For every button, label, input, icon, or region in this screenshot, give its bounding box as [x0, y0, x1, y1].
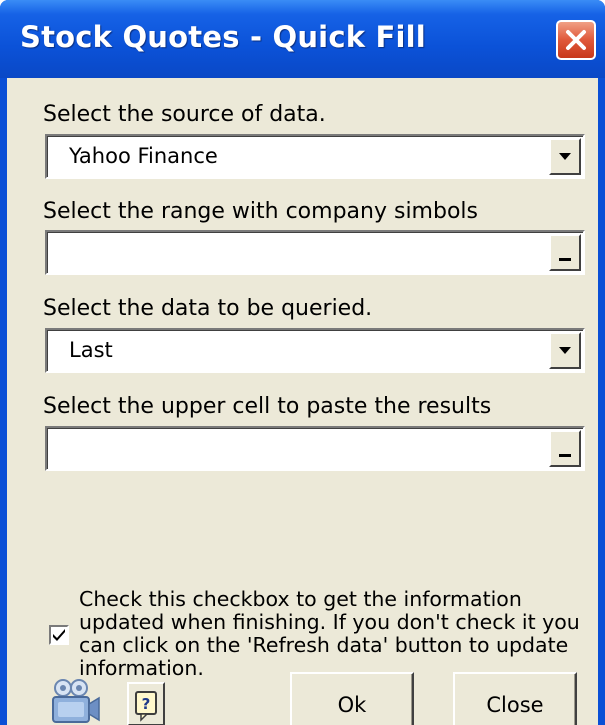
dialog-body: Select the source of data. Yahoo Finance… [7, 78, 598, 725]
update-checkbox[interactable] [49, 625, 69, 645]
paste-label: Select the upper cell to paste the resul… [43, 394, 492, 419]
range-label: Select the range with company simbols [43, 199, 478, 224]
svg-text:?: ? [142, 695, 151, 713]
update-checkbox-label[interactable]: Check this checkbox to get the informati… [79, 588, 584, 680]
dropdown-arrow-icon [559, 347, 571, 354]
source-label: Select the source of data. [43, 102, 326, 127]
source-dropdown-button[interactable] [549, 138, 581, 175]
data-label: Select the data to be queried. [43, 296, 373, 321]
dropdown-arrow-icon [559, 153, 571, 160]
close-window-button[interactable] [556, 20, 596, 60]
range-select-icon [559, 454, 571, 457]
paste-picker-button[interactable] [549, 430, 581, 467]
data-value: Last [69, 338, 113, 362]
close-icon [566, 30, 586, 50]
video-camera-icon[interactable] [49, 678, 101, 725]
paste-input[interactable] [45, 426, 585, 471]
data-select[interactable]: Last [45, 328, 585, 373]
range-input[interactable] [45, 230, 585, 275]
range-picker-button[interactable] [549, 234, 581, 271]
range-select-icon [559, 258, 571, 261]
title-bar[interactable]: Stock Quotes - Quick Fill [0, 0, 605, 78]
window-title: Stock Quotes - Quick Fill [20, 20, 426, 54]
help-button[interactable]: ? [127, 682, 165, 725]
checkmark-icon [53, 629, 65, 641]
ok-button[interactable]: Ok [290, 672, 414, 725]
source-value: Yahoo Finance [69, 144, 218, 168]
help-icon: ? [135, 691, 157, 722]
dialog-window: Stock Quotes - Quick Fill Select the sou… [0, 0, 605, 725]
source-select[interactable]: Yahoo Finance [45, 134, 585, 179]
close-button[interactable]: Close [453, 672, 577, 725]
data-dropdown-button[interactable] [549, 332, 581, 369]
